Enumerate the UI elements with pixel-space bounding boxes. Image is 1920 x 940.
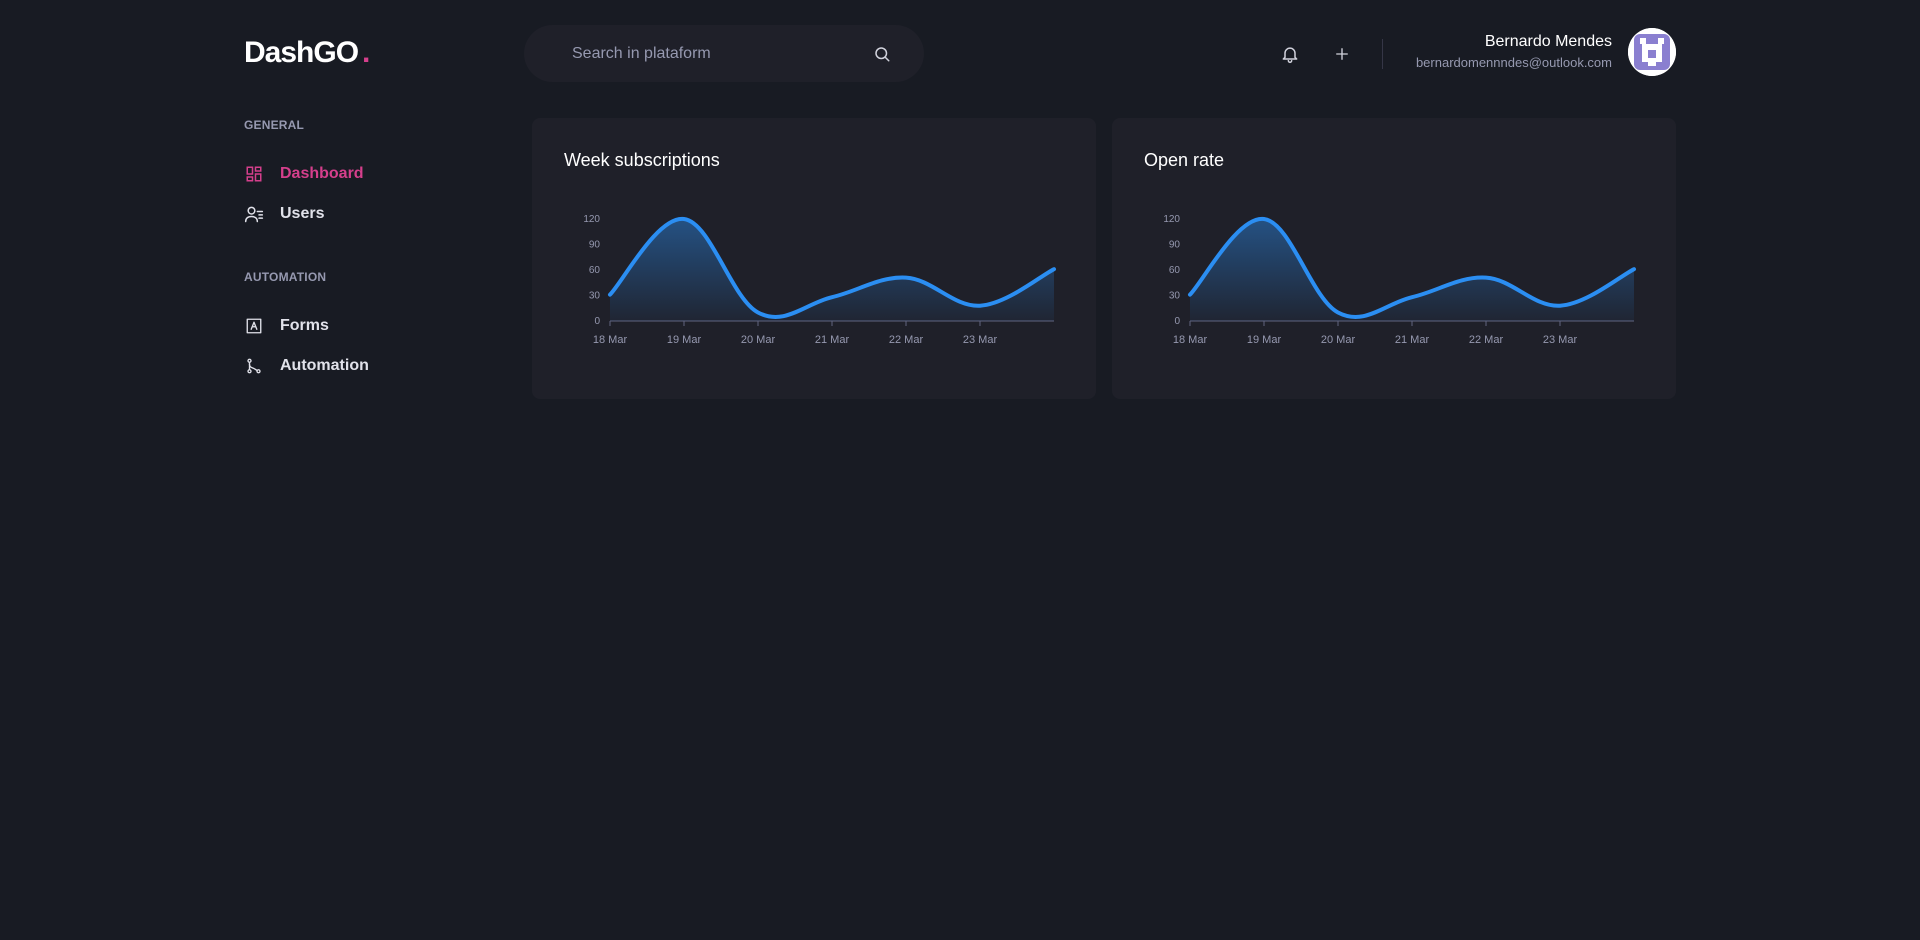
user-profile[interactable]: Bernardo Mendes bernardomennndes@outlook… bbox=[1416, 28, 1676, 76]
x-tick-label: 22 Mar bbox=[889, 334, 924, 346]
logo-text: DashGO bbox=[244, 36, 359, 69]
sidebar-item-label: Automation bbox=[280, 357, 369, 374]
header-divider bbox=[1382, 39, 1383, 69]
sidebar-item-forms[interactable]: Forms bbox=[244, 314, 494, 338]
sidebar-item-label: Forms bbox=[280, 317, 329, 334]
chart-card-week-subscriptions: 0 30 60 90 120 18 Mar 19 Mar 20 Mar 21 Mar 22 Mar… bbox=[532, 118, 1096, 399]
sidebar-item-dashboard[interactable]: Dashboard bbox=[244, 162, 494, 186]
section-title: AUTOMATION bbox=[244, 270, 327, 284]
x-tick-label: 19 Mar bbox=[1247, 334, 1282, 346]
sidebar-section-automation: AUTOMATION Forms Automation bbox=[244, 270, 494, 378]
x-tick-label: 18 Mar bbox=[1173, 334, 1208, 346]
sidebar-section-general: GENERAL Dashboard Users bbox=[244, 118, 494, 226]
dashboard-icon bbox=[244, 164, 264, 184]
logo[interactable]: DashGO. bbox=[244, 36, 370, 70]
y-tick-label: 0 bbox=[594, 316, 600, 327]
y-tick-label: 120 bbox=[583, 214, 600, 225]
y-tick-label: 90 bbox=[589, 240, 601, 251]
automation-icon bbox=[244, 356, 264, 376]
x-tick-label: 23 Mar bbox=[1543, 334, 1578, 346]
avatar[interactable] bbox=[1628, 28, 1676, 76]
plus-icon[interactable] bbox=[1328, 40, 1356, 68]
x-tick-label: 23 Mar bbox=[963, 334, 998, 346]
chart-card-open-rate: 0 30 60 90 120 18 Mar 19 Mar 20 Mar 21 Mar 22 Mar… bbox=[1112, 118, 1676, 399]
y-tick-label: 30 bbox=[589, 291, 601, 302]
sidebar-item-label: Users bbox=[280, 205, 325, 222]
y-tick-label: 90 bbox=[1169, 240, 1181, 251]
section-title: GENERAL bbox=[244, 118, 305, 132]
sidebar-item-automation[interactable]: Automation bbox=[244, 354, 494, 378]
x-tick-label: 21 Mar bbox=[1395, 334, 1430, 346]
x-tick-label: 22 Mar bbox=[1469, 334, 1504, 346]
x-tick-label: 20 Mar bbox=[741, 334, 776, 346]
x-tick-label: 21 Mar bbox=[815, 334, 850, 346]
card-title: Open rate bbox=[1144, 150, 1225, 170]
y-tick-label: 120 bbox=[1163, 214, 1180, 225]
sidebar: GENERAL Dashboard Users AUTOMATION Forms… bbox=[244, 118, 494, 394]
search-input[interactable] bbox=[572, 44, 872, 63]
user-email: bernardomennndes@outlook.com bbox=[1415, 55, 1612, 70]
search-bar bbox=[524, 25, 924, 82]
card-title: Week subscriptions bbox=[564, 150, 720, 170]
x-tick-label: 20 Mar bbox=[1321, 334, 1356, 346]
x-tick-label: 18 Mar bbox=[593, 334, 628, 346]
forms-icon bbox=[244, 316, 264, 336]
user-name: Bernardo Mendes bbox=[1484, 33, 1612, 50]
y-tick-label: 0 bbox=[1174, 316, 1180, 327]
y-tick-label: 60 bbox=[1169, 265, 1181, 276]
bell-icon[interactable] bbox=[1276, 40, 1304, 68]
header: DashGO. Bernardo Mendes bernardomennndes… bbox=[244, 24, 1676, 82]
header-actions bbox=[1276, 38, 1383, 70]
user-info: Bernardo Mendes bernardomennndes@outlook… bbox=[1416, 32, 1612, 72]
y-tick-label: 30 bbox=[1169, 291, 1181, 302]
y-tick-label: 60 bbox=[589, 265, 601, 276]
x-tick-label: 19 Mar bbox=[667, 334, 702, 346]
search-icon[interactable] bbox=[872, 44, 892, 64]
users-icon bbox=[244, 204, 264, 224]
sidebar-item-label: Dashboard bbox=[280, 165, 364, 182]
sidebar-item-users[interactable]: Users bbox=[244, 202, 494, 226]
logo-dot: . bbox=[362, 36, 370, 69]
